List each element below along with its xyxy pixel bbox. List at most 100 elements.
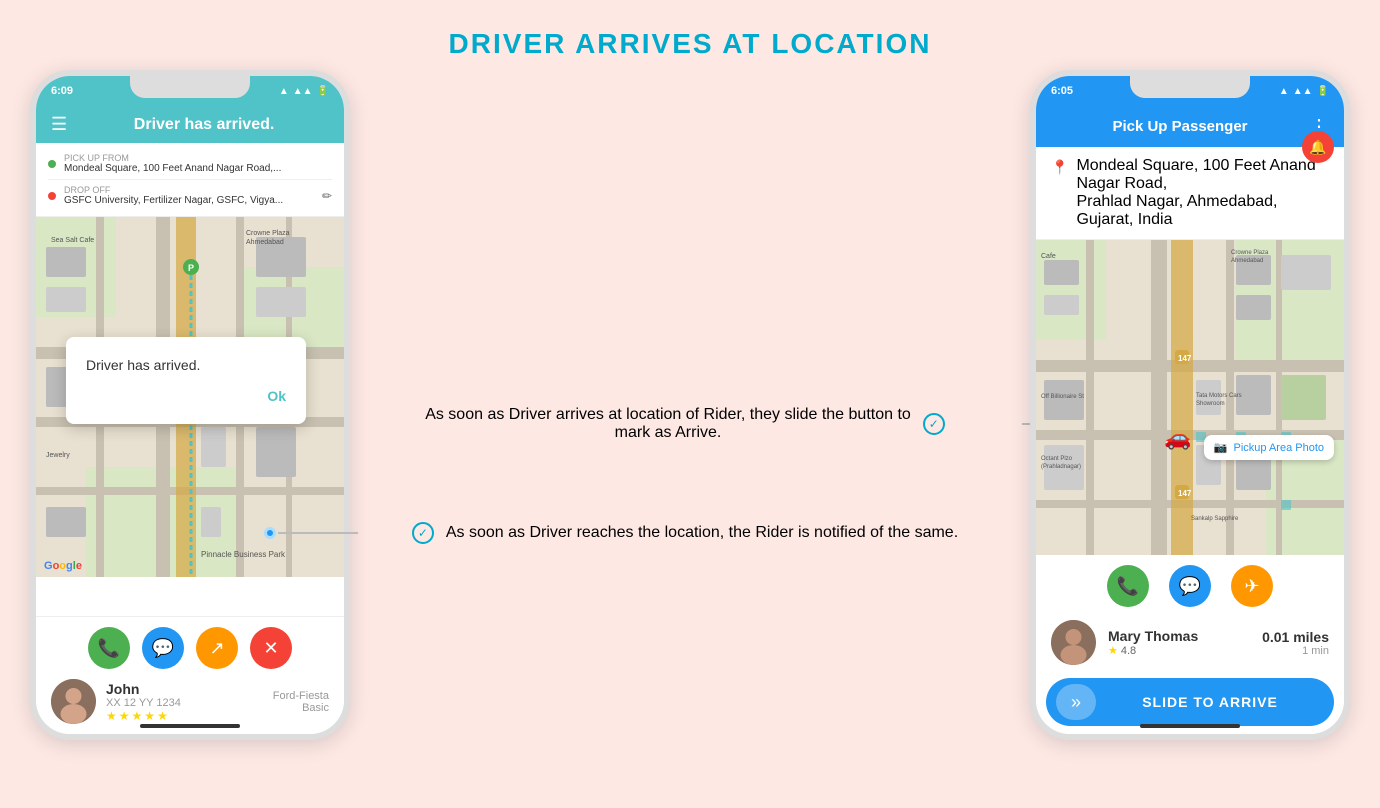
bell-notification: 🔔 — [1302, 131, 1334, 163]
svg-text:Cafe: Cafe — [1041, 253, 1056, 260]
edit-icon[interactable]: ✏ — [322, 189, 332, 203]
action-icons: 📞 💬 ↗ ✕ — [51, 627, 329, 669]
cancel-button[interactable]: ✕ — [250, 627, 292, 669]
ann1-mid1: arrives at location of — [551, 406, 703, 423]
google-logo-p1: Google — [44, 560, 82, 572]
distance-min: 1 min — [1262, 645, 1329, 657]
svg-text:Pinnacle Business Park: Pinnacle Business Park — [201, 550, 286, 559]
phone1-time: 6:09 — [51, 85, 73, 97]
connector-dot2 — [264, 527, 276, 539]
connector-line2 — [278, 532, 358, 534]
svg-text:(Prahladnagar): (Prahladnagar) — [1041, 464, 1081, 470]
phone2-time: 6:05 — [1051, 85, 1073, 97]
phone2-action-icons: 📞 💬 ✈ — [1036, 555, 1344, 612]
car-type: Basic — [273, 702, 329, 714]
svg-text:Tata Motors Cars: Tata Motors Cars — [1196, 393, 1242, 399]
phone1-notch — [130, 76, 250, 98]
svg-text:Octant Plzo: Octant Plzo — [1041, 456, 1073, 462]
passenger-rating-value: 4.8 — [1121, 645, 1136, 657]
pickup-address-text: Mondeal Square, 100 Feet Anand Nagar Roa… — [1076, 157, 1329, 229]
camera-icon: 📷 — [1214, 441, 1228, 454]
pickup-row: PICK UP FROM Mondeal Square, 100 Feet An… — [48, 151, 332, 176]
signal-icon: ▲▲ — [293, 86, 313, 97]
wifi-icon: ▲ — [279, 86, 289, 97]
pickup-address: Mondeal Square, 100 Feet Anand Nagar Roa… — [64, 163, 281, 174]
ann1-mid3: the button to — [817, 406, 910, 423]
svg-text:Ahmedabad: Ahmedabad — [246, 239, 284, 246]
dropoff-info: DROP OFF GSFC University, Fertilizer Nag… — [64, 185, 283, 206]
location-icon: 📍 — [1051, 159, 1068, 176]
phone2-bottom-panel: 📞 💬 ✈ Mary Thomas ★ 4.8 — [1036, 555, 1344, 734]
distance-miles: 0.01 miles — [1262, 629, 1329, 645]
car-model: Ford-Fiesta — [273, 690, 329, 702]
star3: ★ — [132, 709, 143, 723]
annotation1-text: As soon as Driver arrives at location of… — [425, 406, 911, 442]
pickup-photo-label: Pickup Area Photo — [1233, 442, 1324, 454]
phone1-home-bar — [140, 724, 240, 728]
star2: ★ — [119, 709, 130, 723]
signal-icon2: ▲▲ — [1293, 86, 1313, 97]
svg-text:Sea Salt Cafe: Sea Salt Cafe — [51, 237, 94, 244]
call-button-p2[interactable]: 📞 — [1107, 565, 1149, 607]
dialog-ok-button[interactable]: Ok — [86, 388, 286, 404]
driver-avatar — [51, 679, 96, 724]
passenger-star: ★ — [1108, 644, 1118, 657]
annotation1: As soon as Driver arrives at location of… — [360, 406, 1010, 442]
ann2-mid2: is — [794, 524, 814, 541]
svg-text:Crowne Plaza: Crowne Plaza — [246, 230, 290, 237]
phones-area: 6:09 ▲ ▲▲ 🔋 ☰ Driver has arrived. PICK U… — [0, 60, 1380, 740]
check-icon2: ✓ — [412, 522, 434, 544]
phone1-map: Sea Salt Cafe Crowne Plaza Ahmedabad Tat… — [36, 217, 344, 577]
phone2-header: Pick Up Passenger ⋮ — [1036, 106, 1344, 147]
ann2-same: same — [915, 524, 954, 541]
phone2-header-title: Pick Up Passenger — [1051, 118, 1309, 135]
driver-info: John XX 12 YY 1234 ★ ★ ★ ★ ★ Ford-Fiesta… — [51, 679, 329, 724]
message-button[interactable]: 💬 — [142, 627, 184, 669]
driver-rating: ★ ★ ★ ★ ★ — [106, 709, 263, 723]
ann2-mid1: reaches the location, the — [572, 524, 755, 541]
pickup-address-box: 📍 Mondeal Square, 100 Feet Anand Nagar R… — [1036, 147, 1344, 240]
pickup-addr-line1: Mondeal Square, 100 Feet Anand Nagar Roa… — [1076, 157, 1329, 193]
pickup-dot — [48, 160, 56, 168]
driver-details: John XX 12 YY 1234 ★ ★ ★ ★ ★ — [106, 681, 263, 723]
hamburger-icon[interactable]: ☰ — [51, 114, 67, 135]
ann1-pre: As soon as — [425, 406, 509, 423]
passenger-rating: ★ 4.8 — [1108, 644, 1250, 657]
ann1-slide: slide — [784, 406, 817, 423]
phone1-action-bar: 📞 💬 ↗ ✕ John XX 12 YY 1234 ★ — [36, 616, 344, 734]
svg-text:147: 147 — [1178, 354, 1192, 363]
driver-name: John — [106, 681, 263, 697]
call-button[interactable]: 📞 — [88, 627, 130, 669]
star1: ★ — [106, 709, 117, 723]
page-title: DRIVER ARRIVES AT LOCATION — [0, 0, 1380, 60]
svg-text:Jewelry: Jewelry — [46, 452, 70, 459]
ann2-pre: As soon as — [446, 524, 530, 541]
phone2: 6:05 ▲ ▲▲ 🔋 Pick Up Passenger ⋮ 🔔 📍 Mond… — [1030, 70, 1350, 740]
ann1-mark: mark — [615, 424, 651, 441]
wifi-icon2: ▲ — [1279, 86, 1289, 97]
message-button-p2[interactable]: 💬 — [1169, 565, 1211, 607]
passenger-info: Mary Thomas ★ 4.8 0.01 miles 1 min — [1036, 612, 1344, 673]
phone1-header-title: Driver has arrived. — [79, 116, 329, 134]
ann1-rider: Rider — [704, 406, 741, 423]
passenger-avatar — [1051, 620, 1096, 665]
ann2-driver: Driver — [529, 524, 572, 541]
svg-text:Ahmedabad: Ahmedabad — [1231, 258, 1263, 264]
battery-icon2: 🔋 — [1317, 86, 1329, 97]
pickup-addr-line2: Prahlad Nagar, Ahmedabad, Gujarat, India — [1076, 193, 1329, 229]
pickup-area-photo-button[interactable]: 📷 Pickup Area Photo — [1204, 435, 1334, 460]
phone1-header: ☰ Driver has arrived. — [36, 106, 344, 143]
slide-arrow-icon: » — [1056, 684, 1096, 720]
svg-text:Showroom: Showroom — [1196, 401, 1225, 407]
car-icon-on-map: 🚗 — [1164, 425, 1191, 451]
ann1-arrive: Arrive — [675, 424, 717, 441]
svg-text:Sankalp Sapphire: Sankalp Sapphire — [1191, 516, 1239, 522]
dropoff-address: GSFC University, Fertilizer Nagar, GSFC,… — [64, 195, 283, 206]
passenger-name: Mary Thomas — [1108, 628, 1250, 644]
navigate-button-p2[interactable]: ✈ — [1231, 565, 1273, 607]
driver-arrived-dialog[interactable]: Driver has arrived. Ok — [66, 337, 306, 424]
phone2-status-icons: ▲ ▲▲ 🔋 — [1279, 86, 1329, 97]
slide-to-arrive-button[interactable]: » SLIDE TO ARRIVE — [1046, 678, 1334, 726]
phone1: 6:09 ▲ ▲▲ 🔋 ☰ Driver has arrived. PICK U… — [30, 70, 350, 740]
share-button[interactable]: ↗ — [196, 627, 238, 669]
